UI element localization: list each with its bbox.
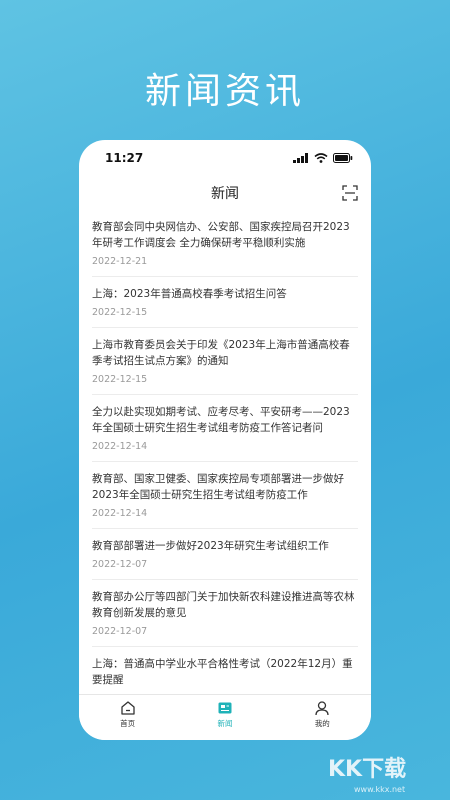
news-item[interactable]: 教育部、国家卫健委、国家疾控局专项部署进一步做好2023年全国硕士研究生招生考试… — [92, 462, 358, 529]
news-icon — [218, 702, 232, 714]
phone-screen: 11:27 新闻 教育部会同中央网信办、公安部、国家疾控局召开2023年研考工作… — [79, 140, 371, 740]
watermark-logo: KK下载 www.kkx.net — [328, 756, 406, 794]
news-date: 2022-12-07 — [92, 559, 148, 570]
page-title: 新闻 — [211, 186, 239, 202]
news-item[interactable]: 教育部办公厅等四部门关于加快新农科建设推进高等农林教育创新发展的意见 2022-… — [92, 580, 358, 647]
news-item[interactable]: 上海市教育委员会关于印发《2023年上海市普通高校春季考试招生试点方案》的通知 … — [92, 328, 358, 395]
tab-profile[interactable]: 我的 — [274, 695, 371, 740]
news-date: 2022-12-14 — [92, 441, 148, 452]
scan-icon[interactable] — [342, 185, 358, 201]
news-title: 上海：2023年普通高校春季考试招生问答 — [92, 288, 287, 300]
tab-label: 我的 — [314, 719, 330, 728]
news-item[interactable]: 教育部会同中央网信办、公安部、国家疾控局召开2023年研考工作调度会 全力确保研… — [92, 210, 358, 277]
promo-title: 新闻资讯 — [144, 71, 305, 112]
tab-news[interactable]: 新闻 — [176, 695, 273, 740]
news-date: 2022-12-07 — [92, 626, 148, 637]
status-time: 11:27 — [105, 151, 144, 165]
tab-label: 首页 — [120, 719, 136, 728]
news-date: 2022-12-21 — [92, 256, 148, 267]
tab-home[interactable]: 首页 — [79, 695, 176, 740]
news-title: 教育部、国家卫健委、国家疾控局专项部署进一步做好2023年全国硕士研究生招生考试… — [92, 473, 344, 501]
news-item[interactable]: 全力以赴实现如期考试、应考尽考、平安研考——2023年全国硕士研究生招生考试组考… — [92, 395, 358, 462]
home-icon — [121, 701, 135, 715]
nav-bar: 新闻 — [79, 176, 371, 210]
tab-label: 新闻 — [217, 719, 233, 728]
news-title: 教育部办公厅等四部门关于加快新农科建设推进高等农林教育创新发展的意见 — [92, 591, 355, 619]
watermark-url: www.kkx.net — [354, 785, 405, 794]
battery-icon — [333, 153, 353, 163]
news-item[interactable]: 教育部部署进一步做好2023年研究生考试组织工作 2022-12-07 — [92, 529, 358, 580]
news-date: 2022-12-15 — [92, 374, 148, 385]
news-title: 上海：普通高中学业水平合格性考试（2022年12月）重要提醒 — [92, 658, 353, 686]
news-list: 教育部会同中央网信办、公安部、国家疾控局召开2023年研考工作调度会 全力确保研… — [79, 210, 371, 694]
news-title: 教育部会同中央网信办、公安部、国家疾控局召开2023年研考工作调度会 全力确保研… — [92, 221, 350, 249]
status-icons — [293, 153, 353, 163]
news-item[interactable]: 上海：2023年普通高校春季考试招生问答 2022-12-15 — [92, 277, 358, 328]
wifi-icon — [314, 153, 328, 163]
watermark-text: KK下载 — [328, 756, 406, 782]
news-title: 教育部部署进一步做好2023年研究生考试组织工作 — [92, 540, 329, 552]
profile-icon — [315, 701, 329, 716]
news-title: 上海市教育委员会关于印发《2023年上海市普通高校春季考试招生试点方案》的通知 — [92, 339, 350, 367]
news-date: 2022-12-15 — [92, 307, 148, 318]
news-title: 全力以赴实现如期考试、应考尽考、平安研考——2023年全国硕士研究生招生考试组考… — [92, 406, 350, 434]
signal-icon — [293, 153, 308, 163]
tab-bar: 首页 新闻 我的 — [79, 694, 371, 740]
news-item[interactable]: 上海：普通高中学业水平合格性考试（2022年12月）重要提醒 — [92, 647, 358, 694]
status-bar: 11:27 — [79, 140, 371, 176]
news-date: 2022-12-14 — [92, 508, 148, 519]
